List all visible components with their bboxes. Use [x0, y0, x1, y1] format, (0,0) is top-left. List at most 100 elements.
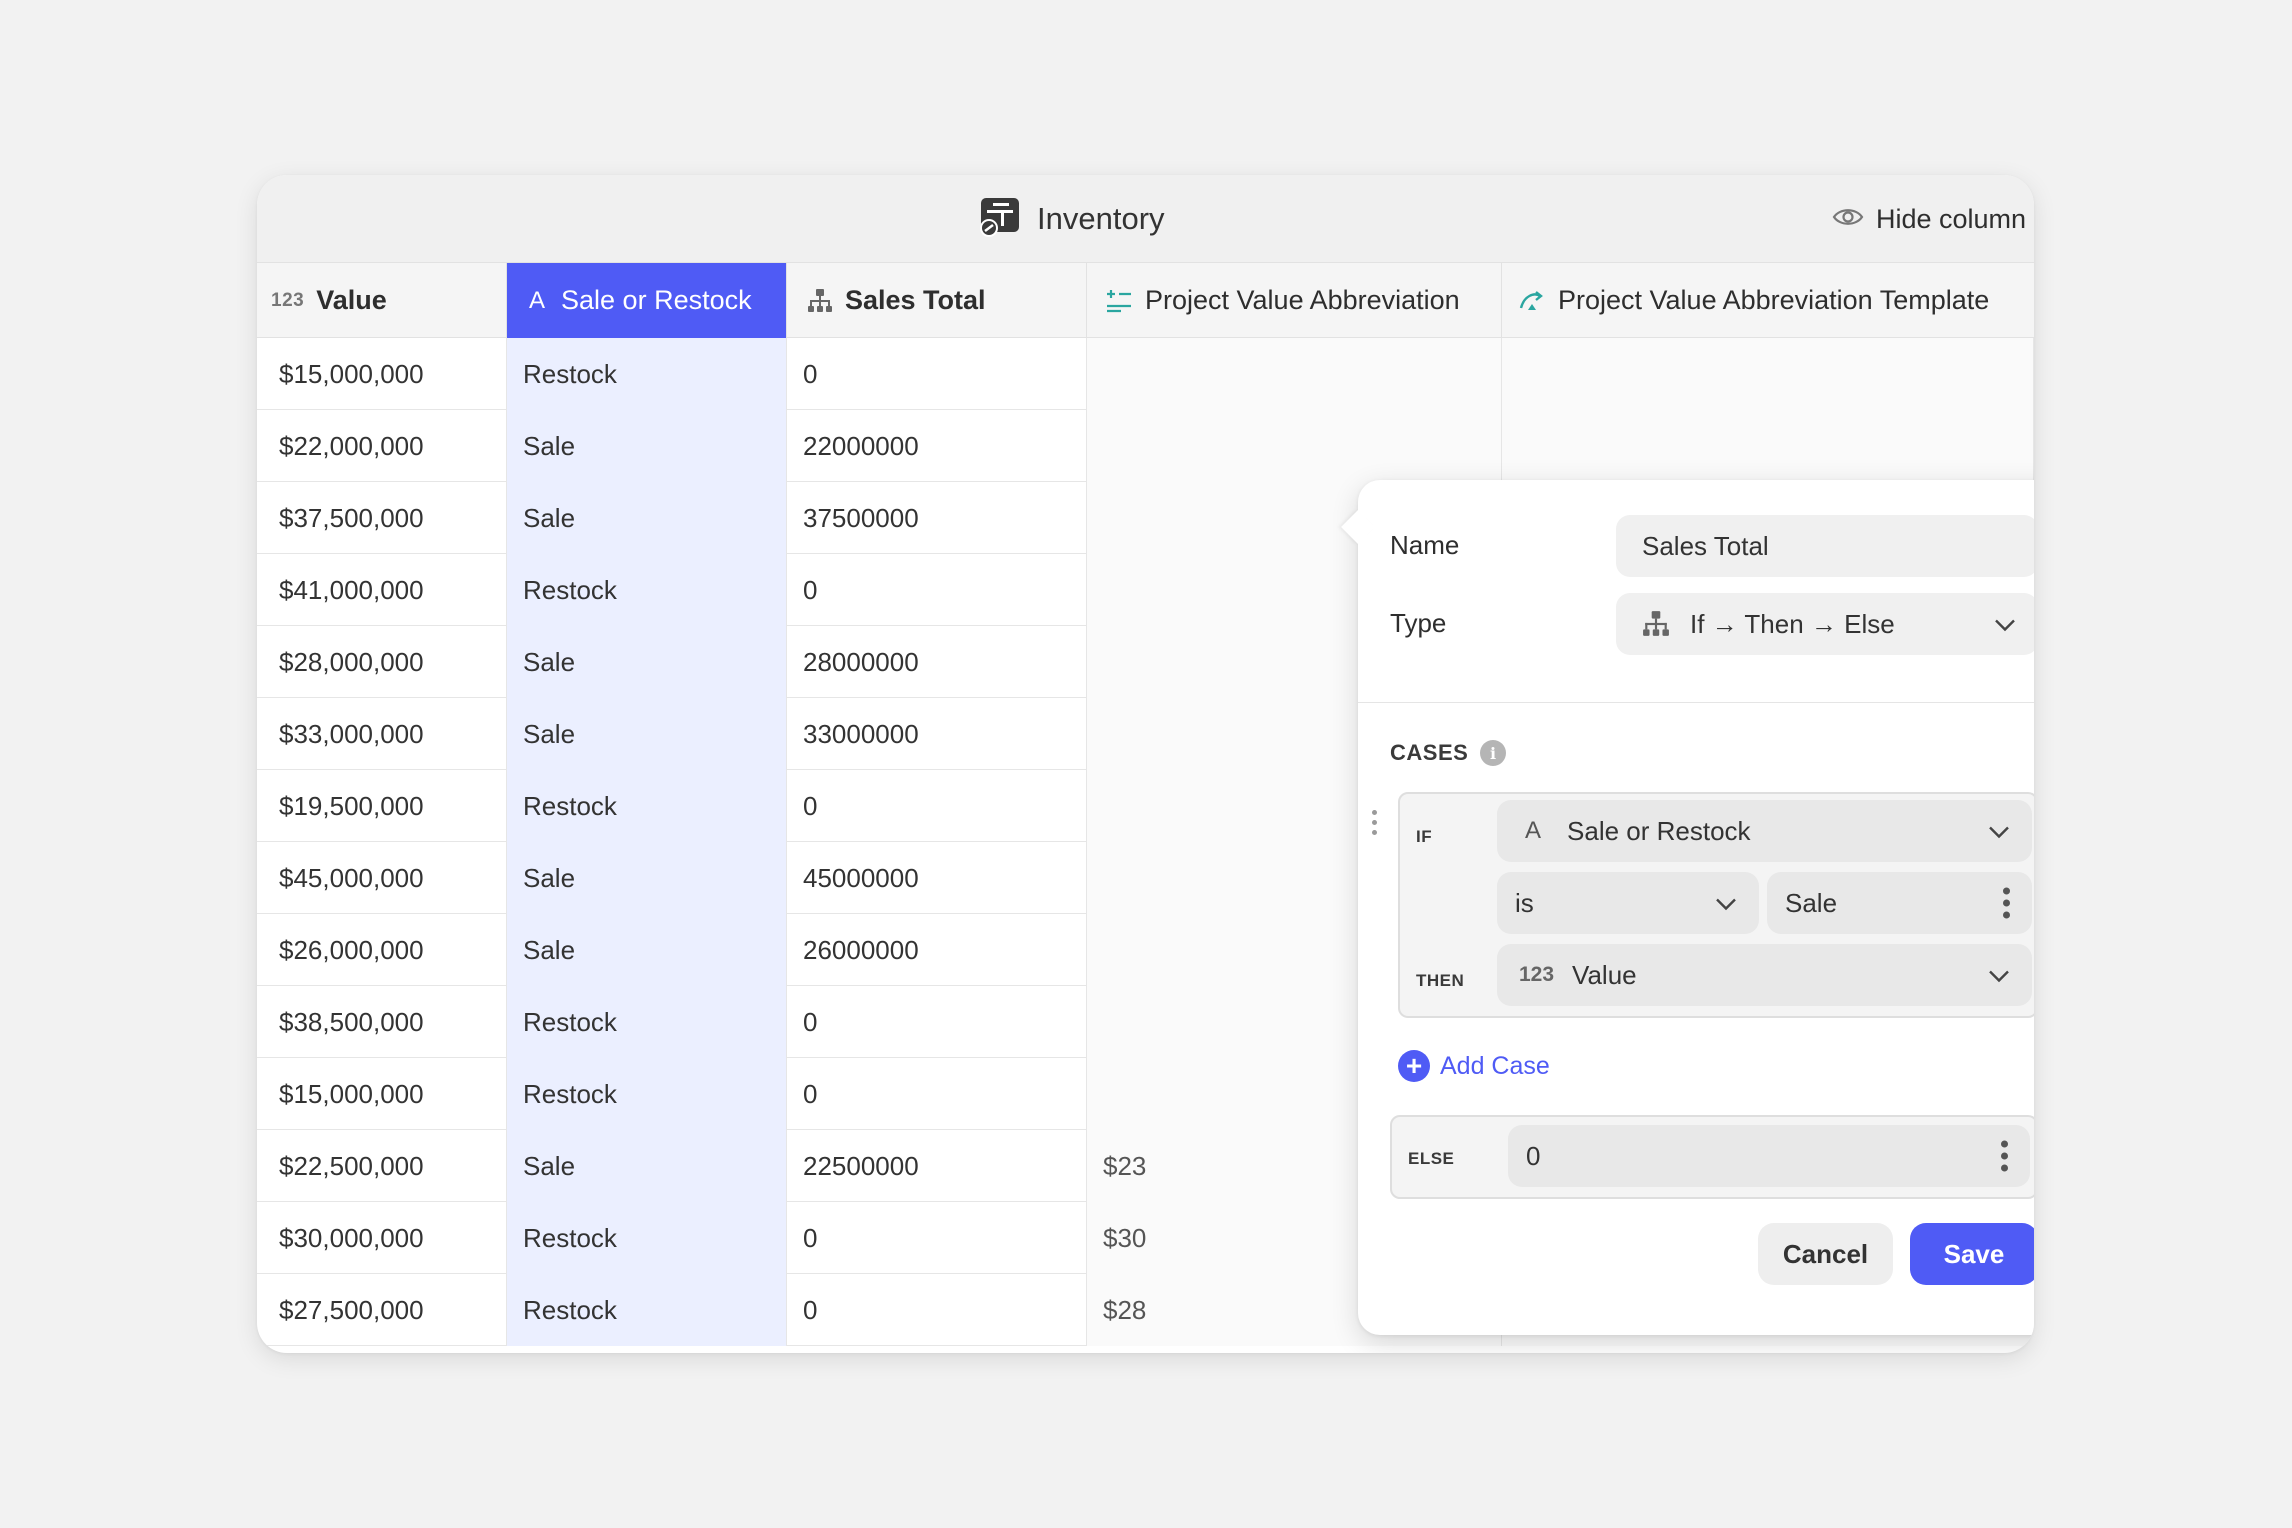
- else-block: ELSE 0: [1390, 1115, 2034, 1199]
- column-header-sale-or-restock[interactable]: A Sale or Restock: [507, 263, 787, 338]
- cell-value[interactable]: $37,500,000: [257, 482, 507, 554]
- type-select-value: If → Then → Else: [1690, 608, 1895, 639]
- cell-sale-or-restock[interactable]: Sale: [507, 1130, 787, 1202]
- cell-value[interactable]: $45,000,000: [257, 842, 507, 914]
- cell-sale-or-restock[interactable]: Restock: [507, 986, 787, 1058]
- more-options-icon[interactable]: [2001, 1140, 2008, 1172]
- cell-sales-total[interactable]: 0: [787, 1274, 1087, 1346]
- cell-sales-total[interactable]: 28000000: [787, 626, 1087, 698]
- popover-divider: [1358, 702, 2034, 703]
- cell-value[interactable]: $38,500,000: [257, 986, 507, 1058]
- chevron-down-icon: [1994, 609, 2016, 640]
- column-header-value[interactable]: 123 Value: [257, 263, 507, 338]
- formula-icon: [1105, 288, 1133, 314]
- then-column-select[interactable]: 123 Value: [1497, 944, 2032, 1006]
- cases-label: CASES: [1390, 740, 1469, 765]
- else-label: ELSE: [1408, 1149, 1455, 1168]
- table-row[interactable]: $22,000,000 Sale 22000000: [257, 410, 2034, 482]
- cancel-button[interactable]: Cancel: [1758, 1223, 1893, 1285]
- cell-sale-or-restock[interactable]: Sale: [507, 914, 787, 986]
- plus-circle-icon: +: [1398, 1050, 1430, 1082]
- cell-sales-total[interactable]: 26000000: [787, 914, 1087, 986]
- cell-project-value-abbreviation[interactable]: [1087, 338, 1502, 410]
- if-column-value: Sale or Restock: [1567, 815, 1751, 846]
- add-case-button[interactable]: + Add Case: [1398, 1050, 1550, 1082]
- drag-handle-icon[interactable]: [1372, 810, 1377, 835]
- chevron-down-icon: [1988, 816, 2010, 847]
- compare-value-input[interactable]: Sale: [1767, 872, 2032, 934]
- name-input-value: Sales Total: [1642, 530, 1769, 561]
- cell-value[interactable]: $22,500,000: [257, 1130, 507, 1202]
- type-select[interactable]: If → Then → Else: [1616, 593, 2034, 655]
- template-icon: [1518, 288, 1546, 314]
- cell-sales-total[interactable]: 37500000: [787, 482, 1087, 554]
- cell-project-value-abbreviation-template[interactable]: [1502, 338, 2034, 410]
- cell-sales-total[interactable]: 22000000: [787, 410, 1087, 482]
- cell-sales-total[interactable]: 0: [787, 338, 1087, 410]
- cell-project-value-abbreviation-template[interactable]: [1502, 410, 2034, 482]
- column-header-label: Sale or Restock: [561, 285, 752, 315]
- cell-sale-or-restock[interactable]: Restock: [507, 1058, 787, 1130]
- column-header-label: Project Value Abbreviation Template: [1558, 285, 1990, 315]
- name-label: Name: [1390, 530, 1460, 560]
- cell-value[interactable]: $15,000,000: [257, 1058, 507, 1130]
- cell-sales-total[interactable]: 45000000: [787, 842, 1087, 914]
- column-header-label: Sales Total: [845, 285, 986, 315]
- cell-sales-total[interactable]: 0: [787, 1202, 1087, 1274]
- if-label: IF: [1416, 827, 1433, 846]
- column-header-project-value-abbreviation[interactable]: Project Value Abbreviation: [1087, 263, 1502, 338]
- cell-sale-or-restock[interactable]: Restock: [507, 554, 787, 626]
- cases-heading: CASES i: [1390, 740, 1507, 766]
- cell-value[interactable]: $26,000,000: [257, 914, 507, 986]
- cell-sale-or-restock[interactable]: Restock: [507, 1202, 787, 1274]
- table-row[interactable]: $15,000,000 Restock 0: [257, 338, 2034, 410]
- cell-value[interactable]: $19,500,000: [257, 770, 507, 842]
- cell-sale-or-restock[interactable]: Sale: [507, 410, 787, 482]
- cell-sale-or-restock[interactable]: Sale: [507, 626, 787, 698]
- cell-value[interactable]: $33,000,000: [257, 698, 507, 770]
- chevron-down-icon: [1715, 888, 1737, 919]
- hide-columns-label: Hide column: [1876, 203, 2027, 234]
- cell-value[interactable]: $22,000,000: [257, 410, 507, 482]
- if-column-select[interactable]: A Sale or Restock: [1497, 800, 2032, 862]
- cell-sale-or-restock[interactable]: Restock: [507, 338, 787, 410]
- column-settings-popover: Name Sales Total Type If → Then → Else C…: [1341, 480, 2034, 1335]
- cell-project-value-abbreviation[interactable]: [1087, 410, 1502, 482]
- cell-value[interactable]: $15,000,000: [257, 338, 507, 410]
- else-value-input[interactable]: 0: [1508, 1125, 2030, 1187]
- more-options-icon[interactable]: [2003, 887, 2010, 919]
- cell-value[interactable]: $28,000,000: [257, 626, 507, 698]
- title-bar: Inventory Hide column: [257, 175, 2034, 263]
- cell-sale-or-restock[interactable]: Sale: [507, 698, 787, 770]
- compare-value: Sale: [1785, 887, 1838, 918]
- cell-sales-total[interactable]: 22500000: [787, 1130, 1087, 1202]
- cell-sale-or-restock[interactable]: Sale: [507, 842, 787, 914]
- cell-sales-total[interactable]: 0: [787, 770, 1087, 842]
- save-button[interactable]: Save: [1910, 1223, 2034, 1285]
- chevron-down-icon: [1988, 960, 2010, 991]
- cell-sale-or-restock[interactable]: Restock: [507, 1274, 787, 1346]
- else-value: 0: [1526, 1140, 1541, 1171]
- cell-sale-or-restock[interactable]: Restock: [507, 770, 787, 842]
- name-input[interactable]: Sales Total: [1616, 515, 2034, 577]
- cell-value[interactable]: $27,500,000: [257, 1274, 507, 1346]
- cell-value[interactable]: $41,000,000: [257, 554, 507, 626]
- cell-sales-total[interactable]: 0: [787, 1058, 1087, 1130]
- cell-sales-total[interactable]: 0: [787, 554, 1087, 626]
- cell-value[interactable]: $30,000,000: [257, 1202, 507, 1274]
- column-header-sales-total[interactable]: Sales Total: [787, 263, 1087, 338]
- cell-sale-or-restock[interactable]: Sale: [507, 482, 787, 554]
- type-label: Type: [1390, 608, 1447, 638]
- cell-sales-total[interactable]: 33000000: [787, 698, 1087, 770]
- then-column-value: Value: [1572, 959, 1637, 990]
- add-case-label: Add Case: [1440, 1051, 1550, 1080]
- text-type-icon: A: [1525, 817, 1542, 844]
- hide-columns-button[interactable]: Hide column: [1832, 199, 2026, 239]
- inventory-table-icon: [979, 196, 1021, 243]
- operator-value: is: [1515, 887, 1534, 918]
- then-label: THEN: [1416, 971, 1465, 990]
- column-header-project-value-abbreviation-template[interactable]: Project Value Abbreviation Template: [1502, 263, 2034, 338]
- operator-select[interactable]: is: [1497, 872, 1759, 934]
- info-icon[interactable]: i: [1480, 740, 1507, 766]
- cell-sales-total[interactable]: 0: [787, 986, 1087, 1058]
